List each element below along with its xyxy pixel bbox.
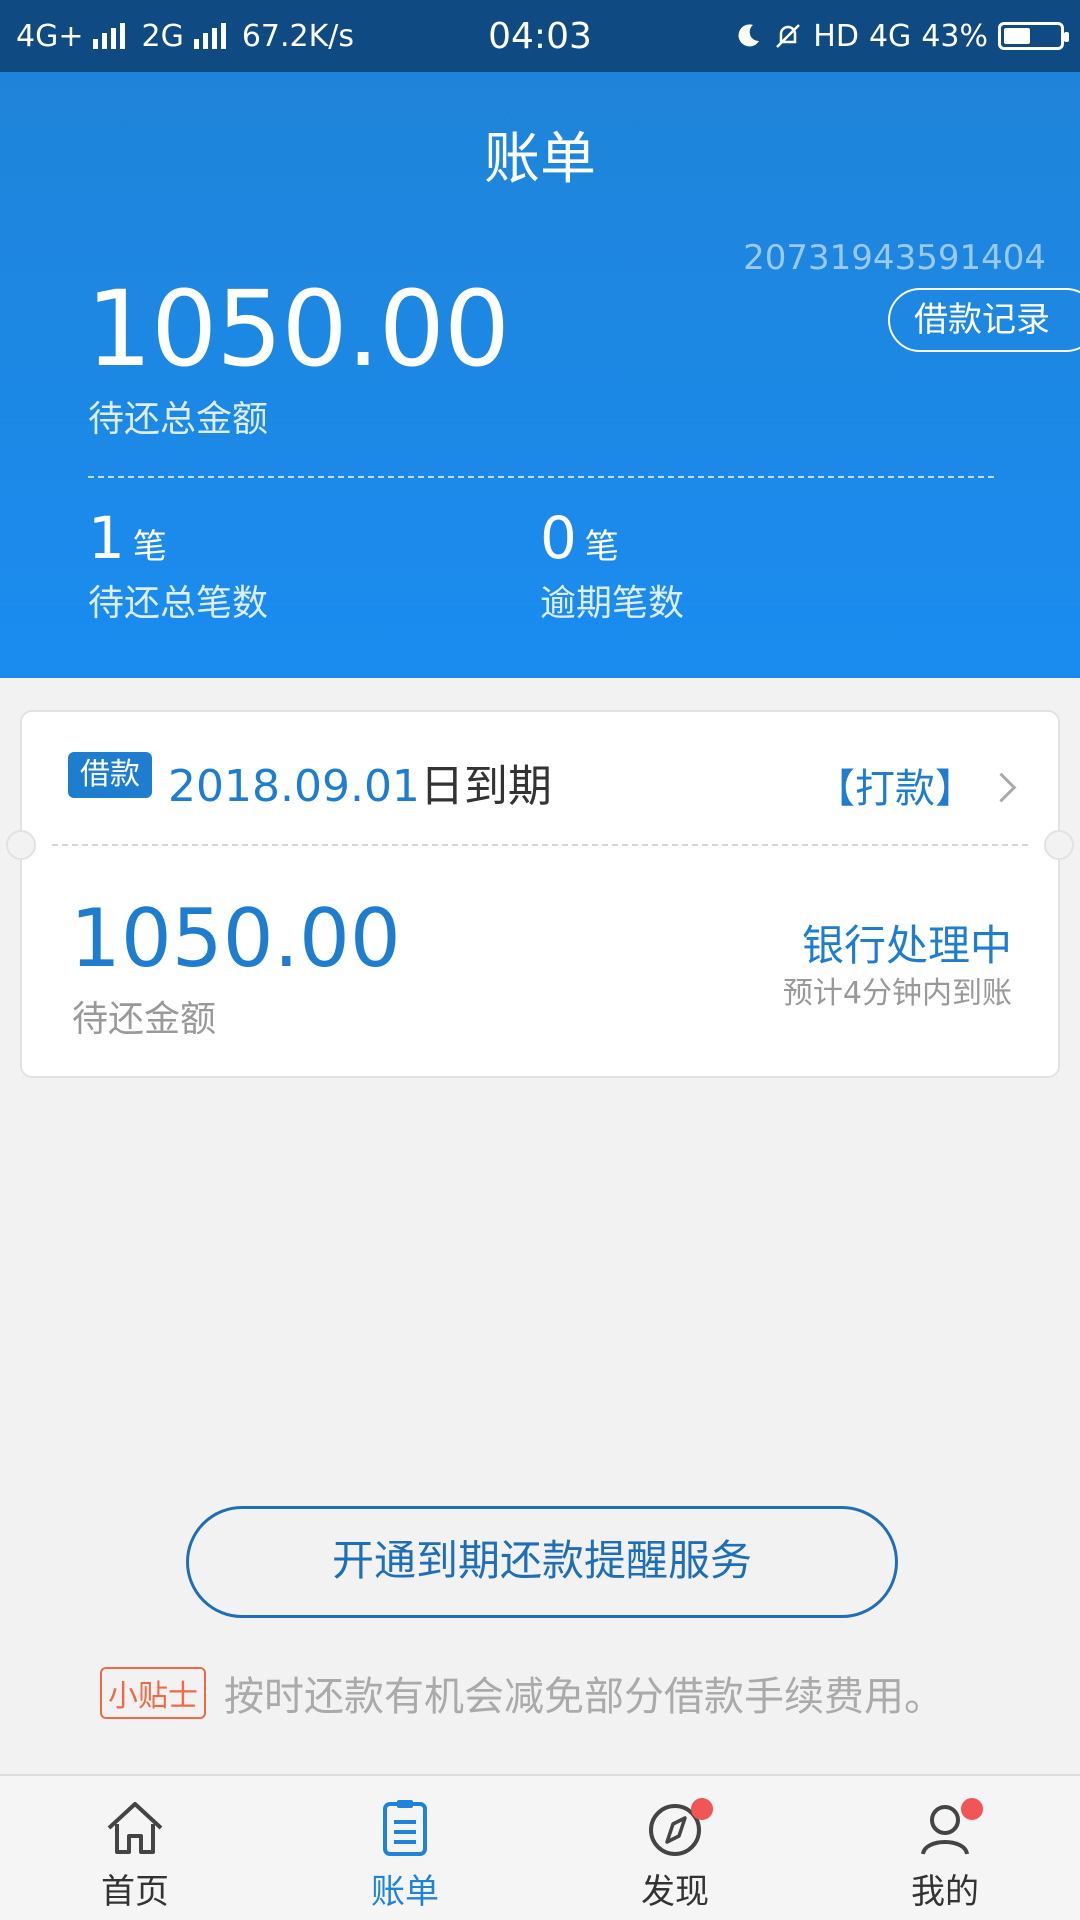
bell-off-icon	[776, 24, 801, 48]
total-amount-label: 待还总金额	[88, 399, 269, 440]
pending-count: 1	[88, 504, 125, 572]
tip-row: 小贴士 按时还款有机会减免部分借款手续费用。	[100, 1664, 944, 1722]
bottom-tab-bar: 首页 账单 发现 我的	[0, 1774, 1080, 1920]
overdue-label: 逾期笔数	[540, 583, 685, 624]
processing-eta: 预计4分钟内到账	[782, 976, 1012, 1011]
network-type-1: 4G+	[16, 18, 84, 54]
due-suffix: 日到期	[419, 761, 552, 812]
chevron-right-icon	[986, 772, 1017, 803]
hd-indicator: HD	[813, 18, 859, 54]
mine-badge-dot	[961, 1798, 983, 1820]
status-bar: 4G+ 2G 67.2K/s 04:03 HD 4G 43%	[0, 0, 1080, 72]
due-date-value: 2018.09.01	[168, 761, 420, 812]
status-right: HD 4G 43%	[733, 18, 1069, 54]
status-left: 4G+ 2G 67.2K/s	[16, 19, 354, 54]
pending-count-stat: 1笔 待还总笔数	[88, 504, 268, 626]
payout-label: 【打款】	[815, 766, 975, 812]
loan-badge: 借款	[68, 752, 152, 798]
network-type-3: 4G	[868, 18, 912, 54]
pending-label: 待还总笔数	[88, 583, 269, 624]
tip-text: 按时还款有机会减免部分借款手续费用。	[224, 1674, 944, 1720]
header-divider	[88, 476, 994, 478]
bill-icon	[383, 1800, 427, 1856]
tab-bill[interactable]: 账单	[325, 1798, 485, 1913]
signal-icon-2	[193, 23, 226, 49]
due-date: 2018.09.01日到期	[168, 750, 552, 814]
tab-home-label: 首页	[101, 1872, 169, 1912]
tab-mine[interactable]: 我的	[865, 1798, 1025, 1913]
pending-unit: 笔	[132, 527, 167, 567]
battery-icon	[998, 22, 1069, 50]
card-divider	[52, 844, 1028, 846]
card-notch-left	[6, 830, 36, 860]
network-speed: 67.2K/s	[241, 18, 355, 54]
processing-status: 银行处理中	[801, 921, 1012, 970]
battery-percent: 43%	[921, 18, 988, 54]
clock: 04:03	[488, 15, 592, 57]
due-reminder-button[interactable]: 开通到期还款提醒服务	[186, 1506, 898, 1618]
overdue-count-stat: 0笔 逾期笔数	[540, 504, 684, 626]
network-type-2: 2G	[141, 18, 184, 54]
tab-home[interactable]: 首页	[55, 1798, 215, 1913]
loan-amount: 1050.00	[70, 892, 401, 985]
tab-discover-label: 发现	[641, 1872, 709, 1912]
tab-mine-label: 我的	[911, 1872, 979, 1912]
home-icon	[107, 1802, 163, 1854]
signal-icon	[93, 23, 126, 49]
loan-card-header[interactable]: 借款 2018.09.01日到期 【打款】	[22, 712, 1058, 844]
loan-card[interactable]: 借款 2018.09.01日到期 【打款】 1050.00 待还金额 银行处理中…	[6, 710, 1074, 1078]
tab-bill-label: 账单	[371, 1872, 439, 1912]
moon-icon	[738, 24, 760, 47]
loan-amount-label: 待还金额	[72, 999, 217, 1040]
overdue-unit: 笔	[584, 527, 619, 567]
tab-discover[interactable]: 发现	[595, 1798, 755, 1913]
discover-badge-dot	[691, 1798, 713, 1820]
page-title: 账单	[484, 127, 596, 192]
payout-link[interactable]: 【打款】	[815, 756, 1017, 814]
overdue-count: 0	[540, 504, 577, 572]
card-notch-right	[1044, 830, 1074, 860]
loan-record-button[interactable]: 借款记录	[888, 288, 1080, 352]
account-number: 20731943591404	[743, 238, 1046, 278]
total-amount: 1050.00	[86, 268, 510, 390]
bill-header: 账单 20731943591404 借款记录 1050.00 待还总金额 1笔 …	[0, 72, 1080, 678]
tip-badge: 小贴士	[100, 1667, 206, 1719]
